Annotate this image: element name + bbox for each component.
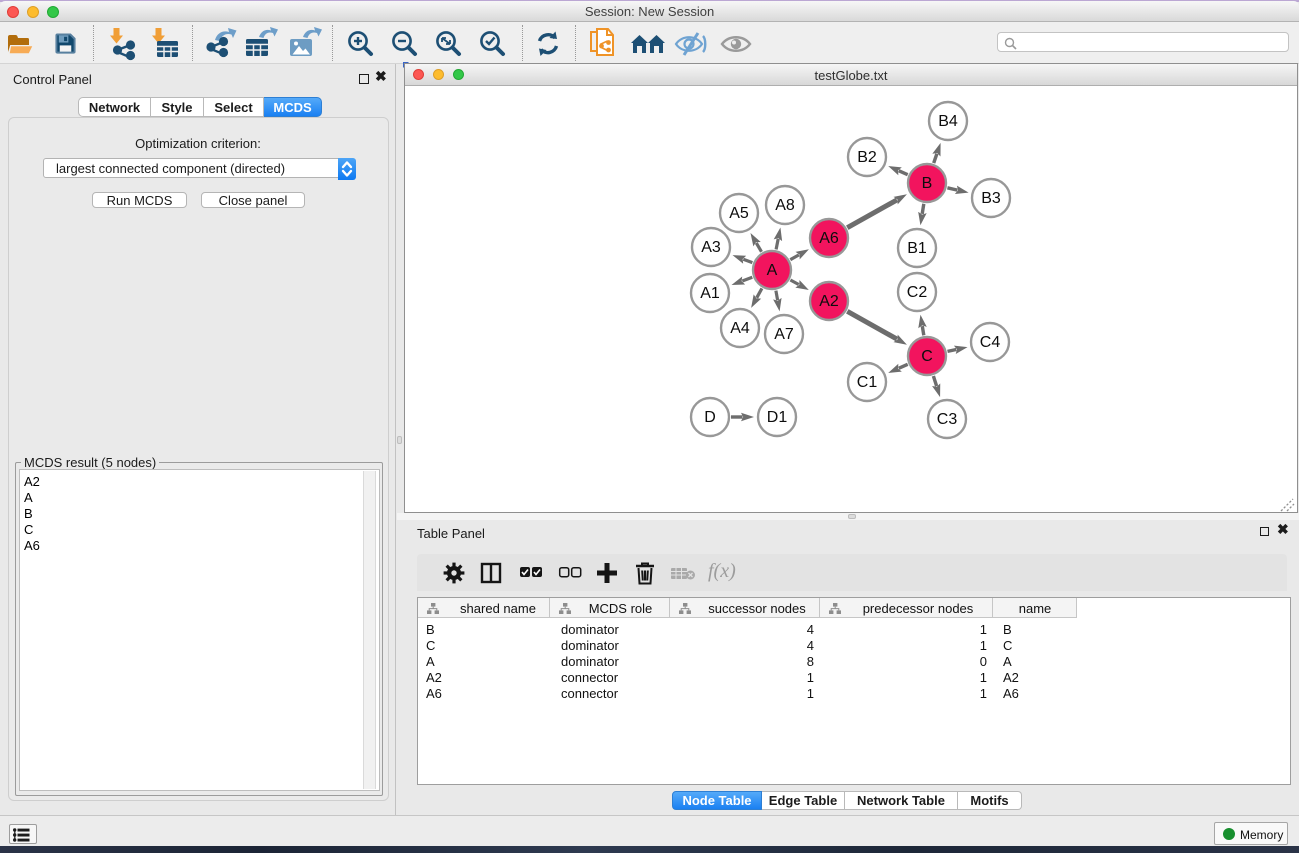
svg-text:C1: C1 bbox=[857, 374, 878, 391]
svg-text:A5: A5 bbox=[729, 205, 749, 222]
svg-text:C4: C4 bbox=[980, 334, 1001, 351]
svg-text:A3: A3 bbox=[701, 239, 721, 256]
svg-text:B1: B1 bbox=[907, 240, 927, 257]
svg-text:A8: A8 bbox=[775, 197, 795, 214]
svg-text:B3: B3 bbox=[981, 190, 1001, 207]
svg-text:A6: A6 bbox=[819, 230, 839, 247]
svg-text:B4: B4 bbox=[938, 113, 958, 130]
svg-text:A: A bbox=[767, 262, 778, 279]
svg-text:A7: A7 bbox=[774, 326, 794, 343]
svg-text:B: B bbox=[922, 175, 933, 192]
svg-text:C2: C2 bbox=[907, 284, 928, 301]
svg-text:B2: B2 bbox=[857, 149, 877, 166]
svg-text:A1: A1 bbox=[700, 285, 720, 302]
svg-text:C: C bbox=[921, 348, 933, 365]
svg-text:D: D bbox=[704, 409, 716, 426]
svg-text:D1: D1 bbox=[767, 409, 788, 426]
svg-text:A4: A4 bbox=[730, 320, 750, 337]
svg-text:C3: C3 bbox=[937, 411, 958, 428]
svg-text:A2: A2 bbox=[819, 293, 839, 310]
